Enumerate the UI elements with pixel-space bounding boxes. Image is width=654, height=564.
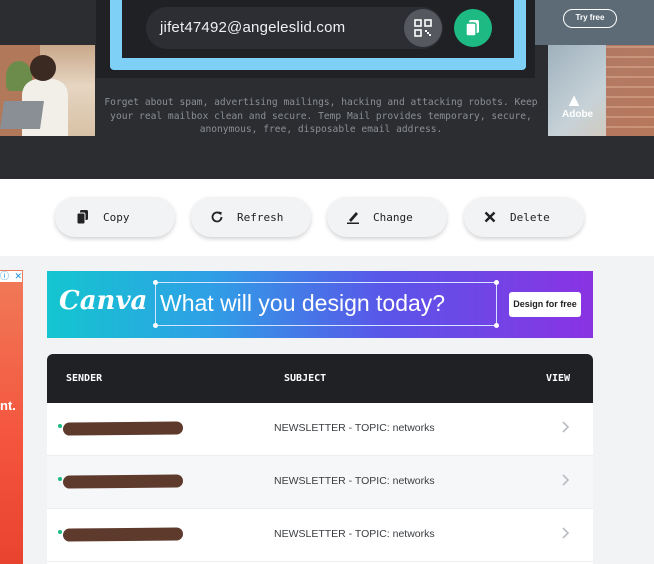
banner-tagline-box: What will you design today? [153,280,499,328]
table-row[interactable]: NEWSLETTER - TOPIC: networks [47,456,593,509]
ad-person-head [30,55,56,81]
copy-button[interactable]: Copy [55,197,175,237]
ad-close-icon[interactable]: ✕ [14,271,22,282]
column-view: VIEW [546,373,571,384]
chevron-right-icon[interactable] [557,525,573,541]
adobe-logo: ▲ Adobe [562,90,593,120]
chevron-right-icon[interactable] [557,472,573,488]
refresh-label: Refresh [237,210,284,224]
change-button[interactable]: Change [327,197,447,237]
selection-handle [153,280,158,285]
email-subject: NEWSLETTER - TOPIC: networks [274,475,435,487]
inbox-table: SENDER SUBJECT VIEW NEWSLETTER - TOPIC: … [47,354,593,564]
table-row[interactable]: NEWSLETTER - TOPIC: networks [47,403,593,456]
table-header: SENDER SUBJECT VIEW [47,354,593,403]
banner-tagline: What will you design today? [160,290,446,316]
table-row[interactable]: NEWSLETTER - TOPIC: networks [47,509,593,562]
column-sender: SENDER [66,373,103,384]
canva-banner-ad[interactable]: Canva What will you design today? Design… [47,271,593,338]
refresh-icon [209,209,225,225]
chevron-right-icon[interactable] [557,419,573,435]
qr-code-button[interactable] [404,9,442,47]
service-description: Forget about spam, advertising mailings,… [104,97,538,135]
selection-handle [494,280,499,285]
unread-dot [58,530,62,534]
canva-logo: Canva [59,286,148,316]
email-subject: NEWSLETTER - TOPIC: networks [274,422,435,434]
copy-email-button[interactable] [454,9,492,47]
qr-code-icon [414,19,432,37]
unread-dot [58,424,62,428]
ad-choices-badge[interactable]: ⓘ ✕ [0,271,22,282]
side-ad-text: nt. [0,398,16,413]
change-label: Change [373,210,413,224]
right-ad-image[interactable]: ▲ Adobe [548,45,654,136]
ad-brick-wall [606,45,654,136]
side-ad[interactable]: nt. [0,270,23,564]
try-free-button[interactable]: Try free [563,9,617,28]
unread-dot [58,477,62,481]
redacted-sender [62,527,184,542]
ad-laptop [0,101,44,129]
copy-icon [465,20,479,37]
ad-info-icon: ⓘ [0,271,10,281]
redacted-sender [62,421,184,436]
delete-button[interactable]: Delete [464,197,584,237]
selection-handle [153,323,158,328]
pen-icon [345,209,361,225]
refresh-button[interactable]: Refresh [191,197,311,237]
email-address[interactable]: jifet47492@angeleslid.com [160,19,345,36]
design-for-free-button[interactable]: Design for free [509,292,581,317]
email-subject: NEWSLETTER - TOPIC: networks [274,528,435,540]
delete-label: Delete [510,210,550,224]
column-subject: SUBJECT [284,373,327,384]
left-ad-image[interactable] [0,45,95,136]
copy-icon [75,209,91,225]
adobe-logo-text: Adobe [562,109,594,120]
adobe-logo-icon: ▲ [565,90,583,110]
close-icon [482,209,498,225]
redacted-sender [62,474,184,489]
email-address-field[interactable]: jifet47492@angeleslid.com [146,7,443,49]
selection-handle [494,323,499,328]
copy-label: Copy [103,210,130,224]
